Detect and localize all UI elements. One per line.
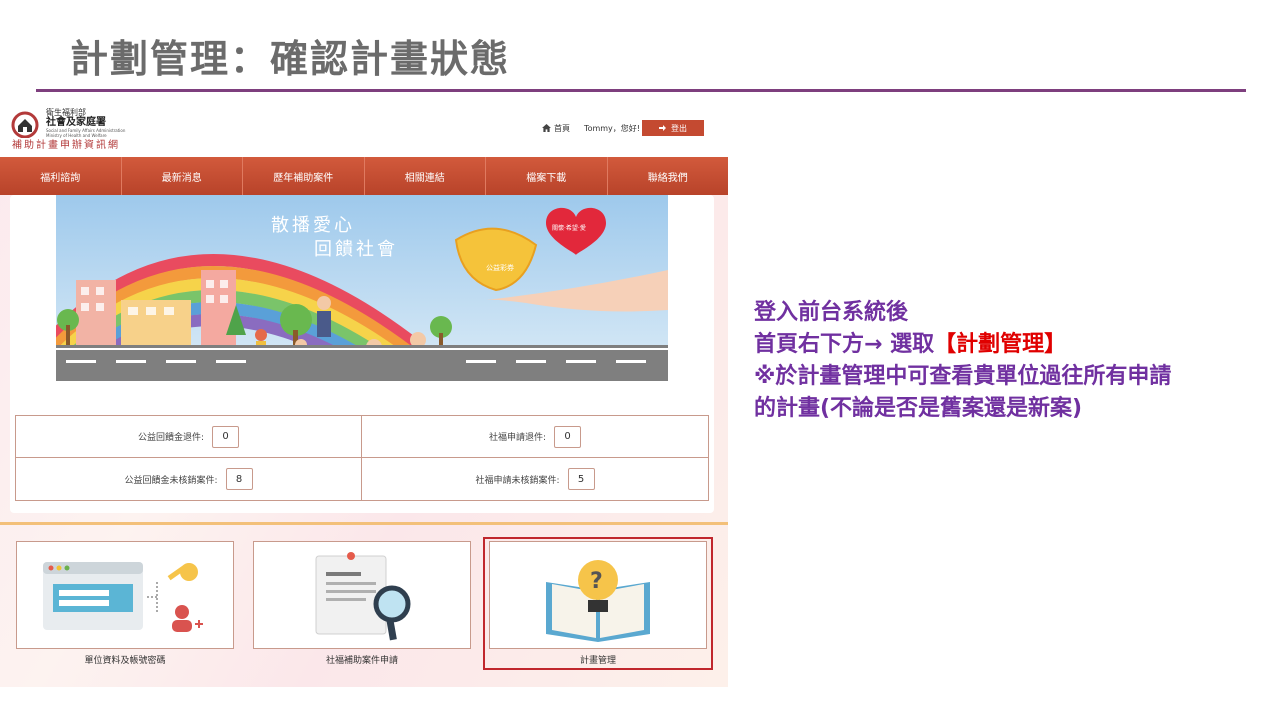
instruction-line-2-text: 首頁右下方→ 選取 [754,332,935,357]
instruction-line-2: 首頁右下方→ 選取【計劃管理】 [754,329,1274,361]
tile-account-info-label: 單位資料及帳號密碼 [84,656,166,666]
stat-welfare-returned[interactable]: 社福申請退件: 0 [362,416,708,458]
instruction-line-4: 的計畫(不論是否是舊案還是新案) [754,396,1083,421]
tile-welfare-application[interactable] [253,541,471,649]
instruction-text: 登入前台系統後 首頁右下方→ 選取【計劃管理】 ※於計畫管理中可查看貴單位過往所… [754,297,1274,425]
instruction-line-1: 登入前台系統後 [754,300,909,325]
site-name: 補助計畫申辦資訊網 [12,140,120,151]
stat-label: 公益回饋金退件: [137,433,205,443]
nav-item-past-cases[interactable]: 歷年補助案件 [243,157,365,195]
tile-welfare-application-label: 社福補助案件申請 [325,656,398,666]
banner-heart-text: 關懷·希望·愛 [552,224,586,232]
agency-logo-icon [11,111,39,138]
banner-image: 散播愛心 回饋社會 關懷·希望·愛 公益彩券 [56,195,668,381]
title-divider [36,89,1246,92]
banner-slogan-line1: 散播愛心 [271,215,355,236]
stat-label: 社福申請退件: [488,433,547,443]
home-link-label: 首頁 [554,123,571,133]
stat-welfare-unsettled[interactable]: 社福申請未核銷案件: 5 [362,458,708,500]
stat-value: 5 [567,468,595,490]
home-icon [542,124,551,132]
user-greeting: Tommy，您好! [584,123,640,133]
website-screenshot: 衛生福利部 社會及家庭署 Social and Family Affairs A… [0,103,728,687]
logout-button[interactable]: 登出 [642,120,704,136]
nav-item-welfare-consult[interactable]: 福利諮詢 [0,157,122,195]
stat-feedback-unsettled[interactable]: 公益回饋金未核銷案件: 8 [16,458,362,500]
stat-value: 0 [212,425,240,448]
site-header: 衛生福利部 社會及家庭署 Social and Family Affairs A… [0,103,728,157]
agency-name: 社會及家庭署 [46,117,106,128]
nav-item-links[interactable]: 相關連結 [365,157,486,195]
nav-item-contact[interactable]: 聯絡我們 [608,157,729,195]
banner-lottery-text: 公益彩券 [486,263,514,272]
stat-value: 8 [225,468,253,490]
login-window-icon [43,562,203,632]
slide-title: 計劃管理：確認計畫狀態 [70,37,511,81]
ministry-name: 衛生福利部 [46,108,86,117]
document-search-icon [315,552,411,641]
stat-label: 社福申請未核銷案件: [475,475,560,486]
tile-account-info[interactable] [16,541,234,649]
instruction-line-3: ※於計畫管理中可查看貴單位過往所有申請 [754,364,1172,389]
stat-label: 公益回饋金未核銷案件: [124,475,218,486]
home-link[interactable]: 首頁 [542,123,570,134]
instruction-highlight: 【計劃管理】 [934,332,1067,357]
stats-card: 公益回饋金退件: 0 社福申請退件: 0 公益回饋金未核銷案件: 8 社福申請未… [10,403,714,513]
plan-management-highlight [483,537,713,670]
main-nav: 福利諮詢 最新消息 歷年補助案件 相關連結 檔案下載 聯絡我們 [0,157,728,195]
stats-grid: 公益回饋金退件: 0 社福申請退件: 0 公益回饋金未核銷案件: 8 社福申請未… [15,415,709,501]
nav-item-news[interactable]: 最新消息 [122,157,243,195]
logout-label: 登出 [671,123,687,133]
stat-feedback-returned[interactable]: 公益回饋金退件: 0 [16,416,362,458]
banner-slogan-line2: 回饋社會 [314,239,398,260]
stat-value: 0 [554,425,582,448]
nav-item-downloads[interactable]: 檔案下載 [486,157,608,195]
section-divider [0,522,728,525]
logout-icon [659,125,666,131]
